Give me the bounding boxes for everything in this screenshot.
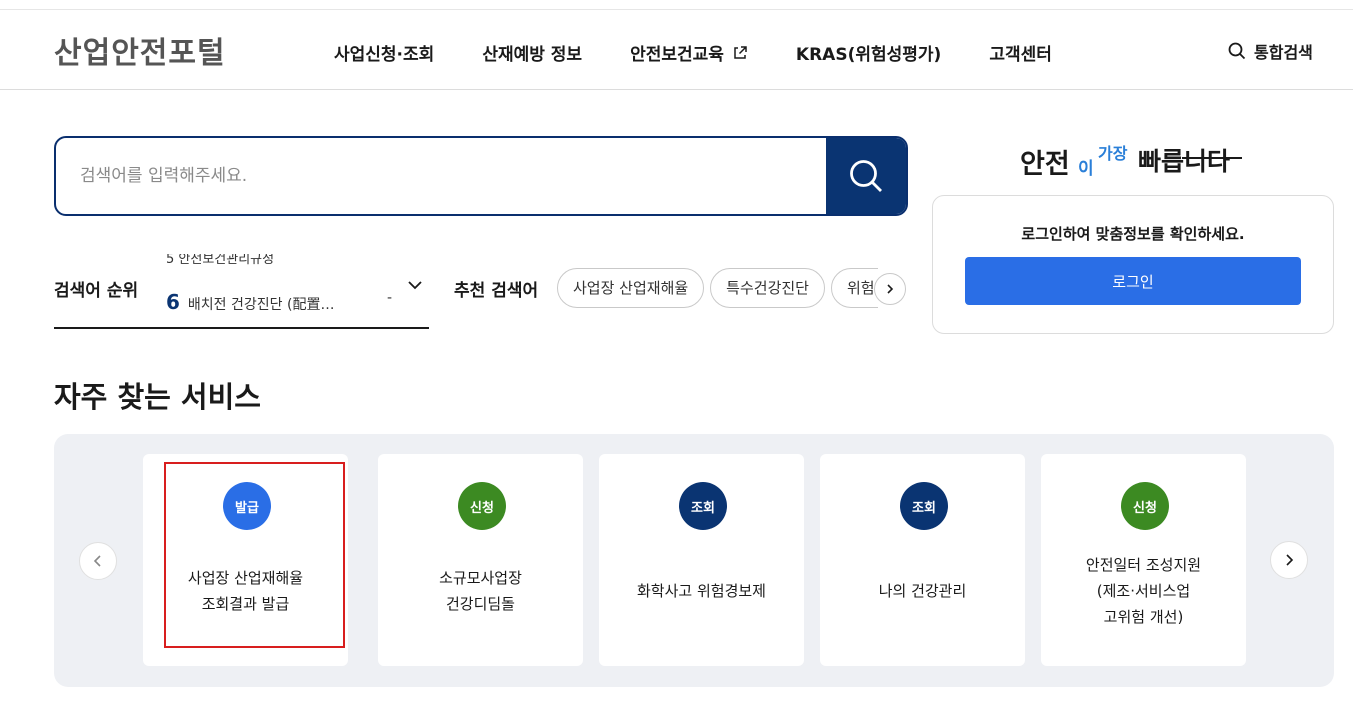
keyword-chip[interactable]: 위험성평가: [830, 268, 878, 308]
external-link-icon: [732, 45, 748, 61]
service-title: 사업장 산업재해율 조회결과 발급: [187, 569, 304, 613]
ranking-keyword: 배치전 건강진단 (配置…: [187, 297, 335, 313]
recommended-label: 추천 검색어: [454, 281, 539, 301]
nav-label: KRAS(위험성평가): [795, 45, 942, 65]
nav-item-education[interactable]: 안전보건교육: [630, 40, 748, 65]
search-icon: [1228, 42, 1246, 60]
service-title: 화학사고 위험경보제: [637, 582, 766, 600]
service-card[interactable]: 발급 사업장 산업재해율 조회결과 발급: [143, 454, 348, 666]
nav-label: 사업신청·조회: [334, 45, 435, 65]
ranking-prev-item: 5 안전보건관리규정: [166, 254, 275, 267]
slogan-part: 이: [1078, 159, 1094, 179]
keyword-chip[interactable]: 사업장 산업재해율: [557, 268, 705, 308]
chips-next-button[interactable]: [874, 273, 906, 305]
nav-label: 산재예방 정보: [482, 45, 583, 65]
service-title: 안전일터 조성지원 (제조·서비스업 고위험 개선): [1085, 556, 1202, 626]
slogan-strike-line: [1182, 157, 1242, 159]
nav-item-kras[interactable]: KRAS(위험성평가): [796, 40, 941, 65]
chevron-left-icon: [93, 555, 101, 567]
nav-item-customer-center[interactable]: 고객센터: [989, 40, 1052, 65]
nav-item-business[interactable]: 사업신청·조회: [334, 40, 434, 65]
nav-label: 고객센터: [989, 45, 1052, 65]
slogan: 안전 이 가장 빠릅니다: [1020, 140, 1280, 180]
service-badge: 조회: [679, 482, 727, 530]
header-search-label: 통합검색: [1254, 43, 1313, 62]
ranking-number: 6: [166, 290, 180, 314]
service-card[interactable]: 신청 소규모사업장 건강디딤돌: [378, 454, 583, 666]
services-carousel: 발급 사업장 산업재해율 조회결과 발급 신청 소규모사업장 건강디딤돌 조회 …: [54, 434, 1334, 687]
service-card[interactable]: 조회 화학사고 위험경보제: [599, 454, 804, 666]
service-badge: 발급: [223, 482, 271, 530]
search-icon: [850, 160, 882, 192]
ranking-expand-button[interactable]: [406, 276, 424, 298]
main-nav: 사업신청·조회 산재예방 정보 안전보건교육 KRAS(위험성평가) 고객센터: [334, 40, 1100, 65]
slogan-part: 안전: [1020, 149, 1070, 180]
services-next-button[interactable]: [1270, 541, 1308, 579]
ranking-change: -: [387, 290, 393, 306]
section-title: 자주 찾는 서비스: [54, 380, 261, 414]
site-logo[interactable]: 산업안전포털: [54, 28, 226, 72]
nav-label: 안전보건교육: [630, 45, 724, 65]
service-card[interactable]: 신청 안전일터 조성지원 (제조·서비스업 고위험 개선): [1041, 454, 1246, 666]
login-panel: 로그인하여 맞춤정보를 확인하세요. 로그인: [932, 195, 1334, 334]
main-search-box: [54, 136, 908, 216]
keyword-chip[interactable]: 특수건강진단: [710, 268, 825, 308]
slogan-part: 가장: [1098, 144, 1128, 163]
chevron-right-icon: [1286, 554, 1294, 566]
chevron-right-icon: [887, 284, 894, 294]
nav-item-prevention-info[interactable]: 산재예방 정보: [482, 40, 582, 65]
service-title: 나의 건강관리: [878, 582, 967, 600]
header-search-button[interactable]: 통합검색: [1228, 39, 1313, 63]
search-input[interactable]: [56, 138, 828, 214]
service-title: 소규모사업장 건강디딤돌: [439, 569, 522, 613]
service-badge: 신청: [458, 482, 506, 530]
login-message: 로그인하여 맞춤정보를 확인하세요.: [1021, 225, 1245, 243]
ranking-current-item[interactable]: 6 배치전 건강진단 (配置…: [166, 290, 334, 314]
recommended-chips: 사업장 산업재해율특수건강진단위험성평가: [557, 268, 878, 310]
login-button[interactable]: 로그인: [965, 257, 1301, 305]
service-card[interactable]: 조회 나의 건강관리: [820, 454, 1025, 666]
service-badge: 신청: [1121, 482, 1169, 530]
search-ranking: 검색어 순위 5 안전보건관리규정 6 배치전 건강진단 (配置… -: [54, 254, 429, 329]
service-badge: 조회: [900, 482, 948, 530]
search-button[interactable]: [826, 138, 906, 214]
site-header: 산업안전포털 사업신청·조회 산재예방 정보 안전보건교육 KRAS(위험성평가…: [0, 10, 1353, 90]
ranking-label: 검색어 순위: [54, 281, 139, 301]
services-prev-button[interactable]: [79, 542, 117, 580]
chevron-down-icon: [408, 281, 422, 290]
slogan-part: 빠릅니다: [1138, 147, 1231, 176]
